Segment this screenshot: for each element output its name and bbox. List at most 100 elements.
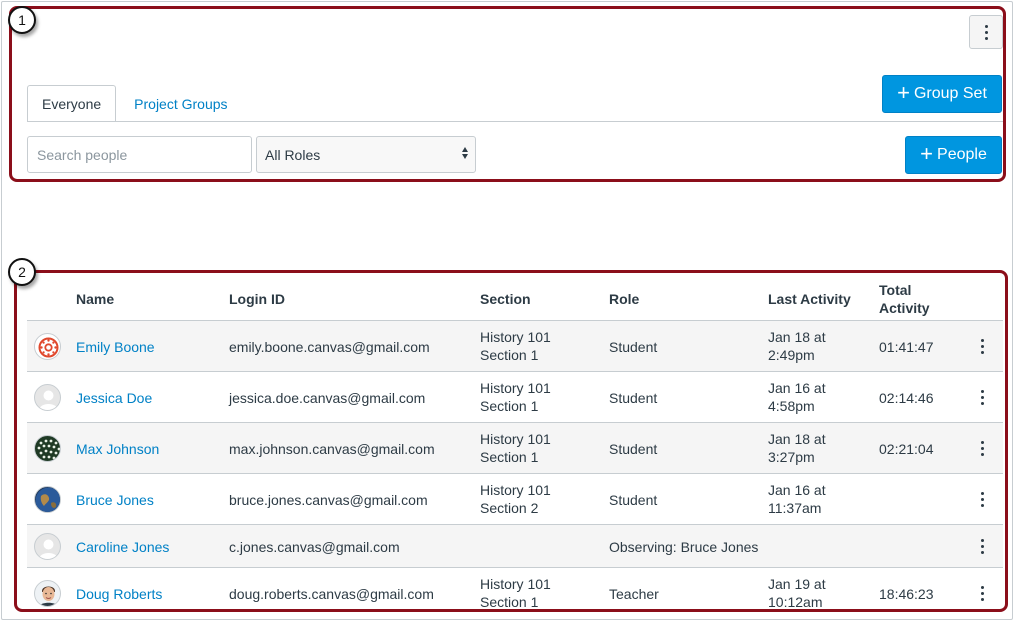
login-id: emily.boone.canvas@gmail.com <box>229 339 430 355</box>
last-activity-line-2: 11:37am <box>768 500 822 516</box>
tab-divider <box>27 121 1003 122</box>
row-options-button[interactable] <box>975 536 989 556</box>
people-tabs: Everyone Project Groups <box>27 85 242 122</box>
total-activity-cell: 01:41:47 <box>879 339 934 355</box>
login-id: max.johnson.canvas@gmail.com <box>229 441 435 457</box>
last-activity-cell: Jan 18 at 2:49pm <box>768 328 826 364</box>
avatar-pattern-icon <box>37 439 60 460</box>
person-name-link[interactable]: Bruce Jones <box>76 491 154 509</box>
roles-selected-value: All Roles <box>265 146 321 163</box>
last-activity-line-1: Jan 18 at <box>768 431 826 447</box>
section-line-1: History 101 <box>480 576 551 592</box>
section-cell: History 101 Section 1 <box>480 328 551 364</box>
section-cell: History 101 Section 1 <box>480 575 551 611</box>
last-activity-line-2: 10:12am <box>768 594 823 610</box>
row-options-button[interactable] <box>975 489 989 509</box>
last-activity-cell: Jan 16 at 4:58pm <box>768 379 826 415</box>
people-label: People <box>937 146 987 163</box>
person-name-link[interactable]: Caroline Jones <box>76 538 169 556</box>
avatar[interactable] <box>34 435 61 462</box>
role-cell: Observing: Bruce Jones <box>609 539 759 555</box>
header-section[interactable]: Section <box>480 290 531 308</box>
header-name[interactable]: Name <box>76 290 114 308</box>
header-login-id[interactable]: Login ID <box>229 290 285 308</box>
total-activity-cell: 18:46:23 <box>879 586 934 602</box>
person-name-link[interactable]: Max Johnson <box>76 440 159 458</box>
table-row: Doug Roberts doug.roberts.canvas@gmail.c… <box>27 568 1003 619</box>
row-options-button[interactable] <box>975 387 989 407</box>
add-group-set-button[interactable]: + Group Set <box>882 75 1002 113</box>
plus-icon: + <box>897 80 910 105</box>
kebab-icon <box>980 440 984 456</box>
section-line-1: History 101 <box>480 380 551 396</box>
role-cell: Student <box>609 492 658 508</box>
header-total-line-2: Activity <box>879 300 930 316</box>
last-activity-line-2: 3:27pm <box>768 449 815 465</box>
section-line-1: History 101 <box>480 329 551 345</box>
header-last-activity[interactable]: Last Activity <box>768 290 851 308</box>
section-line-2: Section 1 <box>480 449 539 465</box>
select-arrows-icon <box>462 147 468 159</box>
login-id: c.jones.canvas@gmail.com <box>229 539 400 555</box>
default-user-icon <box>39 539 58 559</box>
section-cell: History 101 Section 1 <box>480 379 551 415</box>
role-cell: Student <box>609 390 658 406</box>
section-line-1: History 101 <box>480 482 551 498</box>
person-name-link[interactable]: Emily Boone <box>76 338 155 356</box>
person-name-link[interactable]: Jessica Doe <box>76 389 152 407</box>
last-activity-line-1: Jan 16 at <box>768 380 826 396</box>
tab-label: Everyone <box>42 95 102 112</box>
kebab-icon <box>980 338 984 354</box>
avatar[interactable] <box>34 533 61 560</box>
section-line-2: Section 1 <box>480 594 539 610</box>
kebab-icon <box>984 24 988 40</box>
section-line-2: Section 1 <box>480 347 539 363</box>
page-options-button[interactable] <box>969 15 1003 49</box>
row-options-button[interactable] <box>975 583 989 603</box>
last-activity-line-2: 2:49pm <box>768 347 815 363</box>
row-options-button[interactable] <box>975 336 989 356</box>
add-people-button[interactable]: + People <box>905 136 1002 174</box>
row-options-button[interactable] <box>975 438 989 458</box>
last-activity-line-2: 4:58pm <box>768 398 815 414</box>
avatar-canvas-logo-icon <box>38 337 59 358</box>
section-line-2: Section 2 <box>480 500 539 516</box>
search-people-input[interactable] <box>27 136 252 173</box>
tab-project-groups[interactable]: Project Groups <box>116 85 241 122</box>
kebab-icon <box>980 389 984 405</box>
section-cell: History 101 Section 1 <box>480 430 551 466</box>
role-cell: Student <box>609 339 658 355</box>
callout-badge-2: 2 <box>8 258 36 286</box>
last-activity-line-1: Jan 16 at <box>768 482 826 498</box>
avatar-earth-icon <box>35 487 60 512</box>
login-id: jessica.doe.canvas@gmail.com <box>229 390 426 406</box>
avatar[interactable] <box>34 580 61 607</box>
kebab-icon <box>980 491 984 507</box>
person-name-link[interactable]: Doug Roberts <box>76 585 162 603</box>
callout-badge-1: 1 <box>8 6 36 34</box>
avatar[interactable] <box>34 384 61 411</box>
group-set-label: Group Set <box>913 85 987 102</box>
last-activity-line-1: Jan 19 at <box>768 576 826 592</box>
section-cell: History 101 Section 2 <box>480 481 551 517</box>
roles-select[interactable]: All Roles <box>256 136 476 173</box>
tab-everyone[interactable]: Everyone <box>27 85 117 122</box>
login-id: doug.roberts.canvas@gmail.com <box>229 586 434 602</box>
table-header: Name Login ID Section Role Last Activity… <box>27 278 1003 321</box>
table-row: Bruce Jones bruce.jones.canvas@gmail.com… <box>27 474 1003 525</box>
avatar[interactable] <box>34 333 61 360</box>
role-cell: Teacher <box>609 586 659 602</box>
header-total-activity[interactable]: Total Activity <box>879 281 930 317</box>
default-user-icon <box>39 390 58 410</box>
total-activity-cell: 02:14:46 <box>879 390 934 406</box>
avatar-photo-icon <box>38 586 59 606</box>
avatar[interactable] <box>34 486 61 513</box>
people-table: Name Login ID Section Role Last Activity… <box>27 278 1003 619</box>
table-row: Caroline Jones c.jones.canvas@gmail.com … <box>27 525 1003 568</box>
login-id: bruce.jones.canvas@gmail.com <box>229 492 428 508</box>
header-role[interactable]: Role <box>609 290 639 308</box>
role-cell: Student <box>609 441 658 457</box>
kebab-icon <box>980 538 984 554</box>
plus-icon: + <box>920 141 934 166</box>
total-activity-cell: 02:21:04 <box>879 441 934 457</box>
